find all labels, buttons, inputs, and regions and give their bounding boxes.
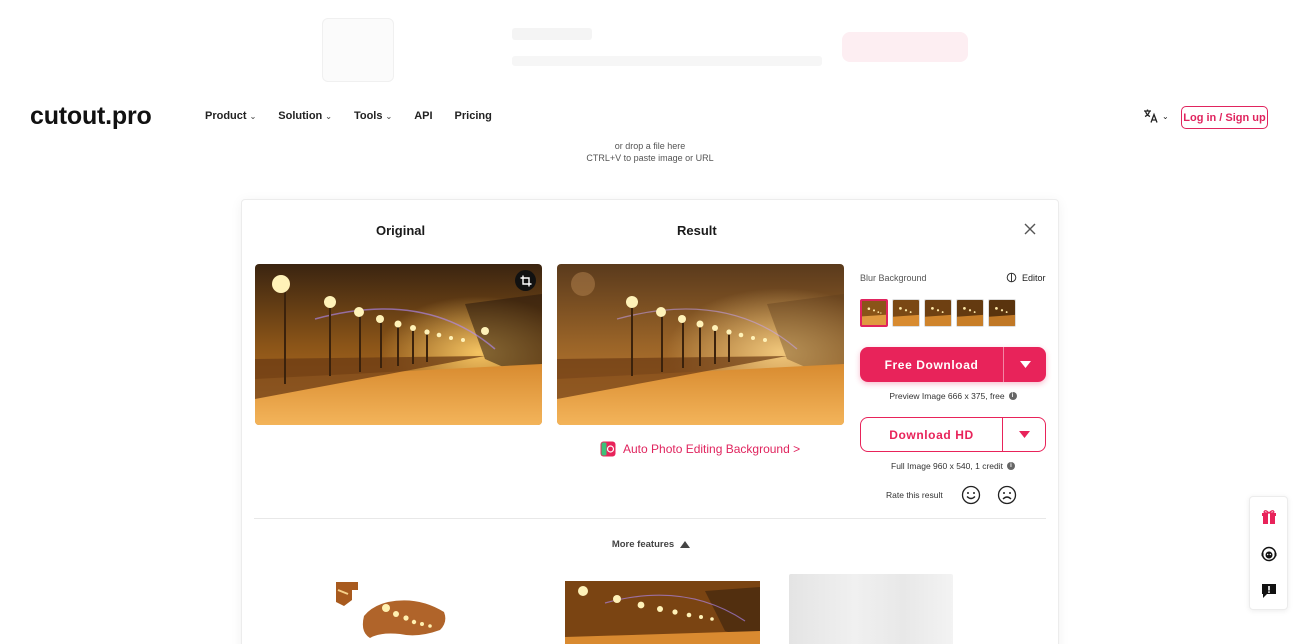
- background-text: [512, 28, 592, 40]
- free-download-dropdown[interactable]: [1004, 347, 1046, 382]
- result-title: Result: [677, 223, 717, 238]
- caret-down-icon: [1018, 431, 1030, 438]
- chevron-down-icon: ⌄: [325, 111, 332, 121]
- chevron-down-icon: ⌄: [385, 111, 393, 121]
- free-download-caption: Preview Image 666 x 375, free i: [860, 391, 1046, 401]
- smile-icon[interactable]: [961, 485, 981, 505]
- free-download-label[interactable]: Free Download: [860, 347, 1004, 382]
- menu-item-api[interactable]: API: [414, 110, 432, 122]
- top-nav: cutout.pro Product ⌄ Solution ⌄ Tools ⌄ API…: [0, 96, 1300, 140]
- gift-icon[interactable]: [1261, 509, 1277, 525]
- support-agent-icon[interactable]: [1261, 546, 1277, 562]
- menu-item-tools[interactable]: Tools ⌄: [354, 110, 392, 122]
- result-card: Original Result Auto Photo Editing Backg…: [241, 199, 1059, 644]
- hd-download-caption: Full Image 960 x 540, 1 credit i: [860, 461, 1046, 471]
- upload-hint: or drop a file here CTRL+V to paste imag…: [586, 141, 714, 163]
- frown-icon[interactable]: [997, 485, 1017, 505]
- download-hd-dropdown[interactable]: [1003, 418, 1045, 451]
- menu-item-pricing[interactable]: Pricing: [455, 110, 492, 122]
- feature-preview-photo[interactable]: [565, 581, 760, 644]
- background-upload-area: [322, 18, 394, 82]
- menu-item-product[interactable]: Product ⌄: [205, 110, 256, 122]
- original-image: [255, 264, 542, 425]
- blur-thumbnail[interactable]: [860, 299, 888, 327]
- info-icon[interactable]: i: [1008, 392, 1017, 400]
- blur-background-label: Blur Background: [860, 273, 927, 283]
- auto-photo-editing-link[interactable]: Auto Photo Editing Background >: [600, 441, 800, 457]
- divider: [254, 518, 1046, 519]
- download-hd-button[interactable]: Download HD: [860, 417, 1046, 452]
- login-signup-button[interactable]: Log in / Sign up: [1181, 106, 1268, 129]
- blur-thumbnail[interactable]: [988, 299, 1016, 327]
- editor-icon: [1006, 272, 1017, 283]
- photo-editing-icon: [600, 441, 616, 457]
- blur-thumbnail[interactable]: [924, 299, 952, 327]
- menu-item-solution[interactable]: Solution ⌄: [278, 110, 332, 122]
- caret-up-icon: [680, 541, 691, 548]
- feedback-icon[interactable]: [1261, 583, 1277, 599]
- floating-toolbar: [1249, 496, 1288, 610]
- result-image: [557, 264, 844, 425]
- crop-icon: [520, 275, 531, 286]
- editor-button[interactable]: Editor: [1006, 272, 1046, 283]
- chevron-down-icon: ⌄: [249, 111, 257, 121]
- background-upload-button: [842, 32, 968, 62]
- caret-down-icon: [1019, 361, 1031, 368]
- chevron-down-icon: ⌄: [1162, 111, 1169, 121]
- crop-button[interactable]: [515, 270, 536, 291]
- free-download-button[interactable]: Free Download: [860, 347, 1046, 382]
- blur-thumbnail[interactable]: [956, 299, 984, 327]
- translate-icon: [1144, 109, 1158, 123]
- blur-thumbnail[interactable]: [892, 299, 920, 327]
- background-text: [512, 56, 822, 66]
- background-overlay: [0, 0, 1300, 96]
- info-icon[interactable]: i: [1006, 462, 1015, 470]
- close-icon[interactable]: [1021, 220, 1039, 238]
- feature-preview-cutout[interactable]: [334, 580, 454, 642]
- main-menu: Product ⌄ Solution ⌄ Tools ⌄ API Pricing: [205, 110, 492, 122]
- blur-thumbnails: [860, 299, 1016, 327]
- logo[interactable]: cutout.pro: [30, 102, 152, 131]
- original-title: Original: [376, 223, 426, 238]
- language-switcher[interactable]: ⌄: [1143, 108, 1169, 124]
- feature-preview-placeholder[interactable]: [789, 574, 953, 644]
- download-hd-label[interactable]: Download HD: [861, 418, 1003, 451]
- rate-result: Rate this result: [886, 485, 1017, 505]
- more-features-toggle[interactable]: More features: [242, 539, 1060, 550]
